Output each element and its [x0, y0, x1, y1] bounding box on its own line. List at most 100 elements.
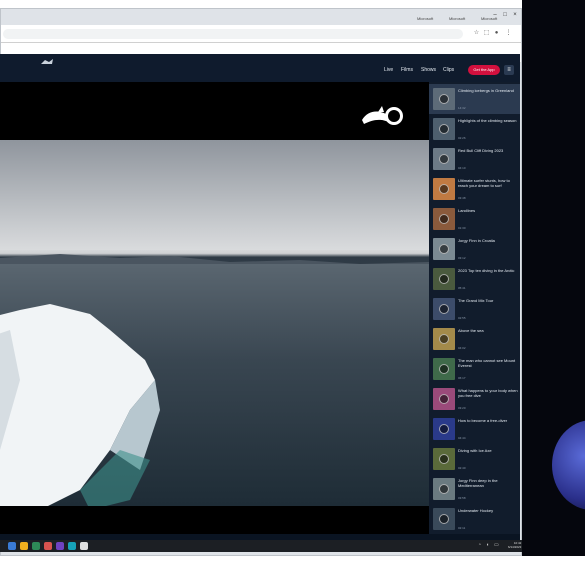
playlist-item-title: Diving with Ice Axe — [458, 448, 492, 453]
video-thumbnail[interactable] — [433, 148, 455, 170]
playlist-item-title: What happens to your body when you free … — [458, 388, 518, 398]
volume-icon[interactable]: ◖ — [486, 543, 491, 548]
video-thumbnail[interactable] — [433, 448, 455, 470]
video-thumbnail[interactable] — [433, 268, 455, 290]
playlist-item[interactable]: Jorgy Finn in Croatia 03:12 — [429, 234, 520, 264]
playlist-item[interactable]: How to become a free-diver 04:44 — [429, 414, 520, 444]
play-icon — [439, 304, 449, 314]
video-thumbnail[interactable] — [433, 328, 455, 350]
extensions-icon[interactable]: ⬚ — [483, 30, 490, 37]
video-thumbnail[interactable] — [433, 298, 455, 320]
taskbar-app-icon[interactable] — [44, 542, 52, 550]
taskbar-app-icon[interactable] — [56, 542, 64, 550]
video-thumbnail[interactable] — [433, 418, 455, 440]
nav-link-shows[interactable]: Shows — [421, 67, 436, 73]
network-icon[interactable]: ◔ — [478, 543, 483, 548]
battery-icon[interactable]: ▭ — [494, 543, 499, 548]
playlist-item-title: Jorgy Finn deep in the Mediterranean — [458, 478, 498, 488]
browser-tab[interactable]: Microsoft — [413, 13, 443, 25]
taskbar-app-icon[interactable] — [32, 542, 40, 550]
get-app-button[interactable]: Get the App — [468, 65, 500, 75]
playlist-item-title: Landlines — [458, 208, 476, 213]
taskbar-app-icon[interactable] — [68, 542, 76, 550]
video-frame[interactable] — [0, 140, 429, 506]
playlist-item-duration: 02:11 — [458, 526, 466, 530]
play-icon — [439, 124, 449, 134]
play-icon — [439, 244, 449, 254]
site-logo[interactable] — [40, 58, 54, 68]
nav-link-films[interactable]: Films — [401, 67, 413, 73]
maximize-icon[interactable]: □ — [501, 11, 509, 19]
minimize-icon[interactable]: – — [491, 11, 499, 19]
playlist-item[interactable]: Underwater Hockey 02:11 — [429, 504, 520, 534]
video-thumbnail[interactable] — [433, 508, 455, 530]
web-page: Live Films Shows Clips Get the App ≡ Cli… — [0, 54, 520, 540]
taskbar-app-icon[interactable] — [8, 542, 16, 550]
clock[interactable]: 10:42 6/14/2023 — [508, 541, 521, 549]
browser-tab[interactable]: Microsoft — [445, 13, 475, 25]
profile-icon[interactable]: ● — [493, 30, 500, 37]
video-thumbnail[interactable] — [433, 358, 455, 380]
video-thumbnail[interactable] — [433, 118, 455, 140]
playlist-item[interactable]: Climbing icebergs in Greenland 14:32 — [429, 84, 520, 114]
wallpaper-shape — [552, 420, 585, 510]
playlist-item-title: Red Bull Cliff Diving 2023 — [458, 148, 504, 153]
nav-link-live[interactable]: Live — [384, 67, 393, 73]
playlist-item-title: Highlights of the climbing season — [458, 118, 517, 123]
playlist-item-duration: 04:44 — [458, 436, 466, 440]
nav-link-clips[interactable]: Clips — [443, 67, 454, 73]
star-icon[interactable]: ☆ — [473, 30, 480, 37]
play-icon — [439, 484, 449, 494]
playlist-item-duration: 03:58 — [458, 496, 466, 500]
playlist-item[interactable]: Above the sea 04:02 — [429, 324, 520, 354]
playlist-item-title: The Grand Mix Tour — [458, 298, 494, 303]
iceberg-shape — [0, 304, 160, 506]
taskbar-app-icon[interactable] — [80, 542, 88, 550]
play-icon — [439, 184, 449, 194]
playlist-item-duration: 01:30 — [458, 226, 466, 230]
playlist-item[interactable]: Red Bull Cliff Diving 2023 04:10 — [429, 144, 520, 174]
desktop: Microsoft Microsoft Microsoft – □ × ☆ ⬚ … — [0, 0, 585, 582]
playlist-item[interactable]: The Grand Mix Tour 02:55 — [429, 294, 520, 324]
playlist-item-duration: 04:10 — [458, 166, 466, 170]
close-icon[interactable]: × — [511, 11, 519, 19]
playlist-item[interactable]: 2023 Top ten diving in the Arctic 05:41 — [429, 264, 520, 294]
playlist-item-duration: 03:48 — [458, 196, 466, 200]
video-thumbnail[interactable] — [433, 88, 455, 110]
play-icon — [439, 454, 449, 464]
video-thumbnail[interactable] — [433, 238, 455, 260]
playlist-item-title: Climbing icebergs in Greenland — [458, 88, 514, 93]
red-bull-logo-icon — [362, 106, 403, 125]
play-icon — [439, 424, 449, 434]
playlist-item[interactable]: Ultimate surfer stunts, how to reach you… — [429, 174, 520, 204]
playlist-item-duration: 04:02 — [458, 346, 466, 350]
playlist-item-duration: 05:41 — [458, 286, 466, 290]
playlist-item-duration: 02:55 — [458, 316, 466, 320]
playlist-item-title: The man who cannot see Mount Everest — [458, 358, 516, 368]
playlist-item[interactable]: Jorgy Finn deep in the Mediterranean 03:5… — [429, 474, 520, 504]
video-thumbnail[interactable] — [433, 208, 455, 230]
address-bar-row: ☆ ⬚ ● ⋮ — [1, 25, 521, 43]
play-icon — [439, 94, 449, 104]
playlist-item[interactable]: What happens to your body when you free … — [429, 384, 520, 414]
taskbar-app-icon[interactable] — [20, 542, 28, 550]
playlist-item[interactable]: Highlights of the climbing season 02:26 — [429, 114, 520, 144]
video-thumbnail[interactable] — [433, 478, 455, 500]
play-icon — [439, 514, 449, 524]
play-icon — [439, 214, 449, 224]
video-thumbnail[interactable] — [433, 388, 455, 410]
site-nav: Live Films Shows Clips Get the App ≡ — [0, 54, 520, 82]
address-bar[interactable] — [3, 29, 463, 39]
playlist-item[interactable]: Diving with Ice Axe 02:40 — [429, 444, 520, 474]
play-icon — [439, 334, 449, 344]
menu-icon[interactable]: ≡ — [504, 65, 514, 75]
playlist-item[interactable]: The man who cannot see Mount Everest 06:1… — [429, 354, 520, 384]
playlist-item-duration: 03:20 — [458, 406, 466, 410]
menu-icon[interactable]: ⋮ — [505, 30, 512, 37]
video-sky — [0, 140, 429, 250]
playlist-item-duration: 02:26 — [458, 136, 466, 140]
video-player[interactable] — [0, 82, 429, 534]
playlist-item-title: Jorgy Finn in Croatia — [458, 238, 495, 243]
playlist-item[interactable]: Landlines 01:30 — [429, 204, 520, 234]
video-thumbnail[interactable] — [433, 178, 455, 200]
